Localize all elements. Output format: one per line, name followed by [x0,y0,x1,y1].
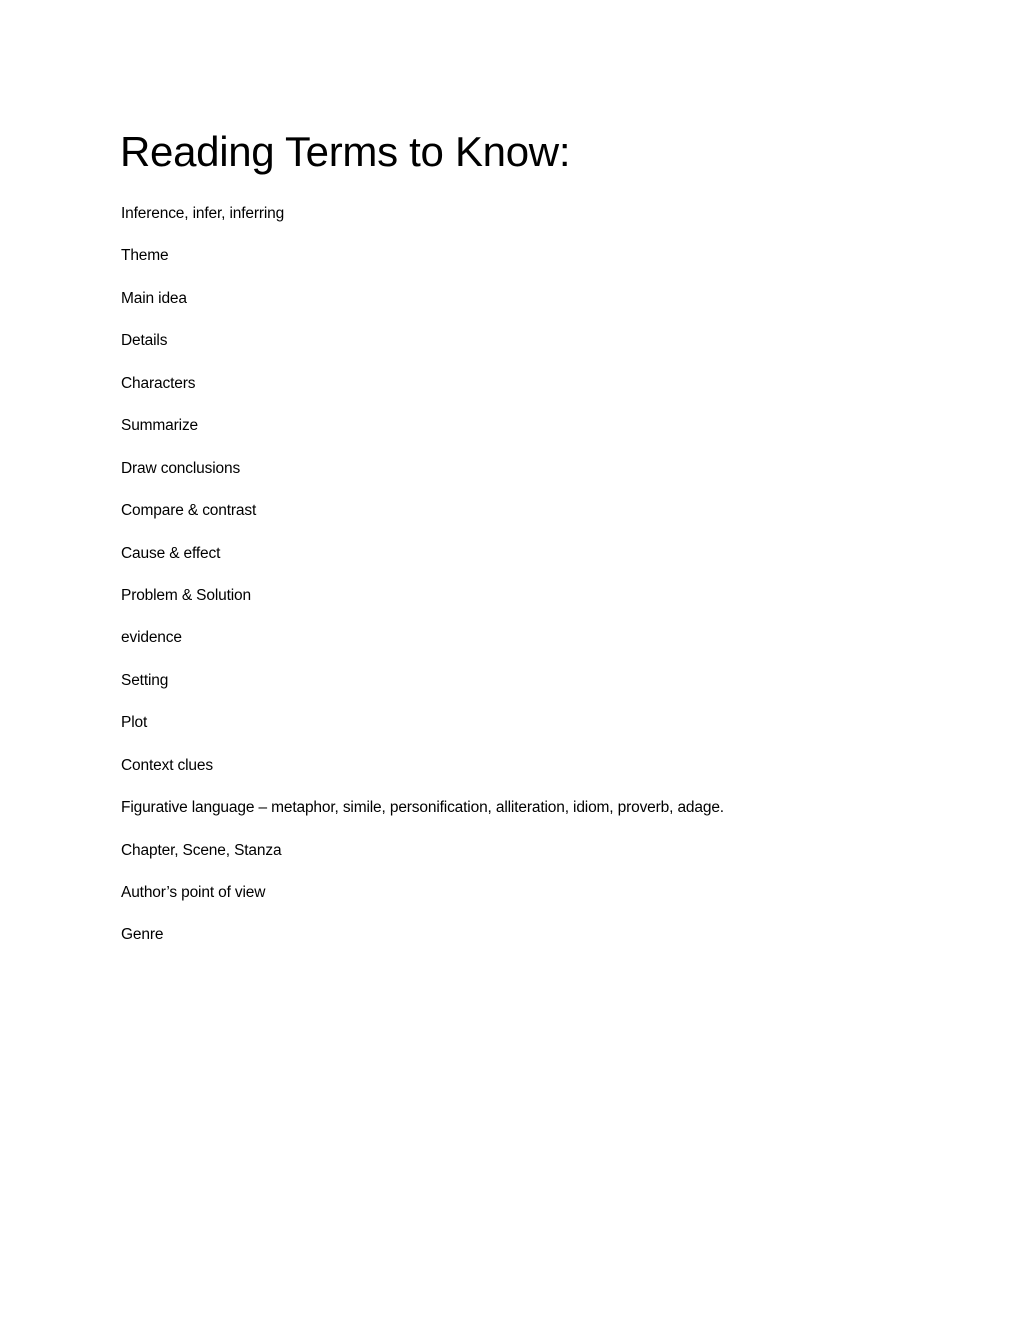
term-item: Main idea [121,289,187,307]
term-item: Details [121,332,168,350]
term-item: Problem & Solution [121,586,251,604]
term-item: Setting [121,671,169,689]
term-item: Figurative language – metaphor, simile, … [121,799,724,817]
term-item: Context clues [121,756,213,774]
term-item: Characters [121,374,196,392]
term-item: Cause & effect [121,544,221,562]
page-title: Reading Terms to Know: [120,128,571,175]
term-item: Author’s point of view [121,884,266,901]
term-item: Summarize [121,417,199,435]
term-item: Inference, infer, inferring [121,205,285,222]
document-page: Reading Terms to Know: Inference, infer,… [0,0,1020,1320]
term-item: Genre [121,926,164,944]
terms-list: Inference, infer, inferring Theme Main i… [121,203,724,967]
term-item: Chapter, Scene, Stanza [121,841,282,859]
term-item: Plot [121,714,148,732]
term-item: Theme [121,247,169,265]
term-item: evidence [121,629,182,647]
term-item: Draw conclusions [121,459,241,477]
term-item: Compare & contrast [121,502,257,520]
